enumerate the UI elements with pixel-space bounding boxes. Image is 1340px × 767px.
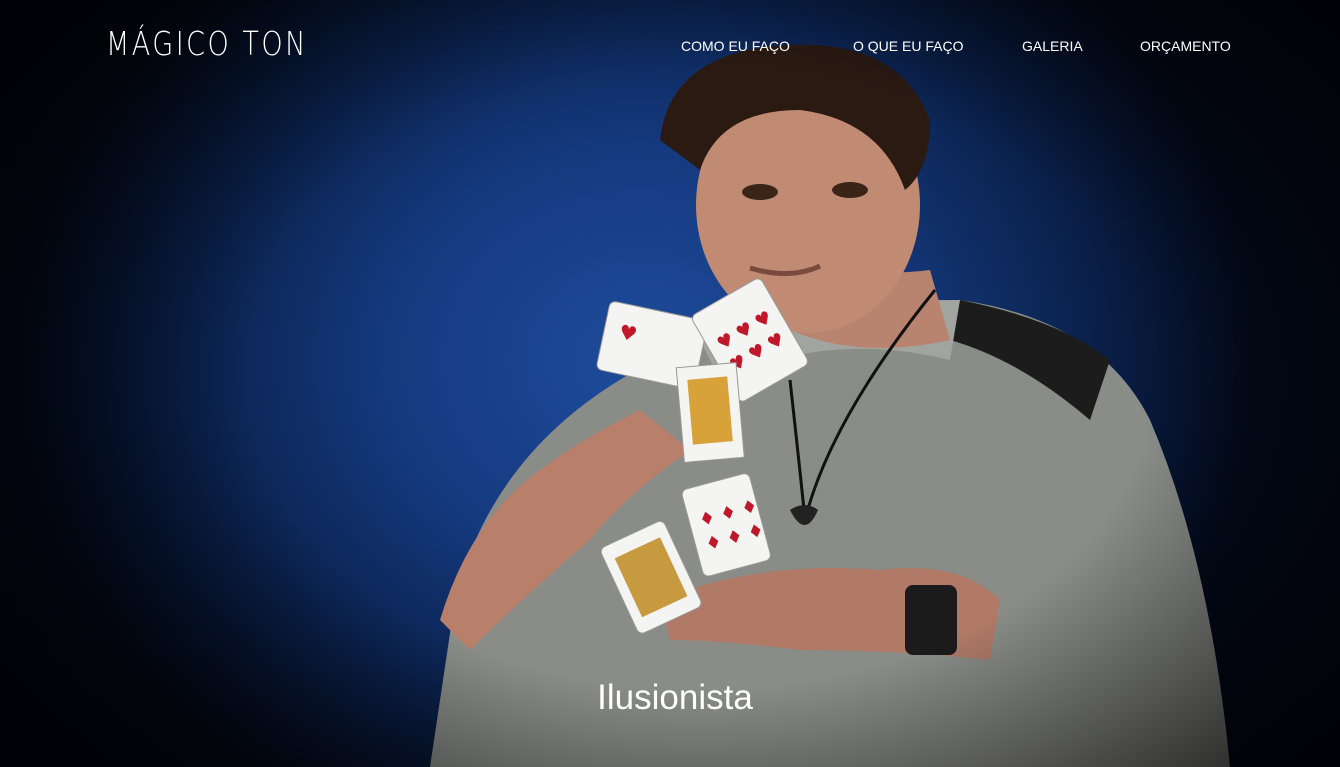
nav-como-eu-faco[interactable]: COMO EU FAÇO: [681, 36, 790, 56]
site-logo[interactable]: MÁGICO TON: [106, 24, 308, 64]
hero-section: ♥ ♥ ♥ ♥ ♥ ♥ ♥ ♦ ♦ ♦ ♦ ♦ ♦: [0, 0, 1340, 767]
nav-o-que-eu-faco[interactable]: O QUE EU FAÇO: [853, 36, 963, 56]
hero-photo: ♥ ♥ ♥ ♥♥ ♥ ♥ ♦ ♦ ♦♦ ♦ ♦: [430, 44, 1230, 767]
nav-orcamento[interactable]: ORÇAMENTO: [1140, 36, 1231, 56]
nav-galeria[interactable]: GALERIA: [1022, 36, 1083, 56]
hero-caption: Ilusionista: [597, 678, 753, 717]
